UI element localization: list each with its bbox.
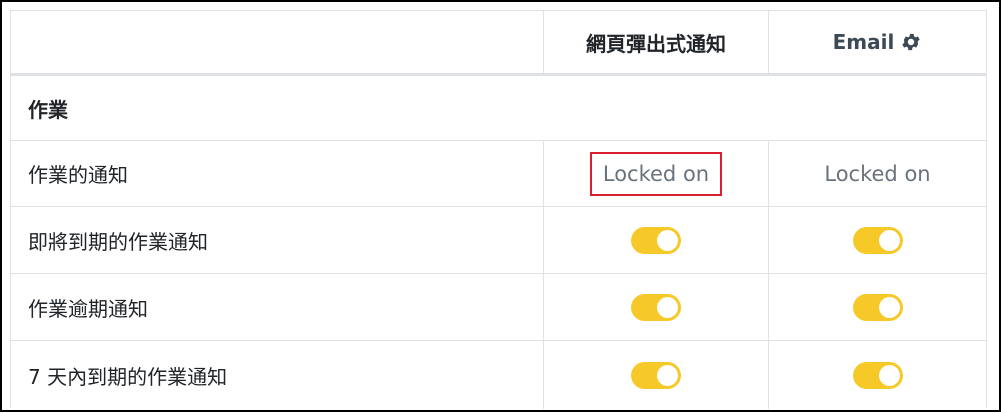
table-row: 作業的通知 Locked on Locked on	[11, 141, 986, 207]
header-email-cell: Email	[768, 11, 986, 73]
web-popup-toggle[interactable]	[631, 361, 681, 389]
row-label-cell: 7 天內到期的作業通知	[11, 341, 543, 409]
locked-on-status: Locked on	[824, 161, 931, 186]
row-label: 作業的通知	[28, 163, 128, 187]
row-label-cell: 作業逾期通知	[11, 274, 543, 340]
web-popup-setting-cell: Locked on	[543, 141, 768, 206]
web-popup-column-title: 網頁彈出式通知	[586, 31, 726, 56]
row-label: 7 天內到期的作業通知	[28, 364, 228, 389]
email-toggle[interactable]	[852, 293, 903, 321]
table-row: 即將到期的作業通知	[11, 207, 986, 274]
locked-on-status: Locked on	[589, 151, 723, 196]
toggle-knob	[878, 364, 900, 386]
section-row: 作業	[11, 76, 986, 141]
table-header-row: 網頁彈出式通知 Email	[11, 11, 986, 76]
web-popup-toggle[interactable]	[631, 226, 681, 254]
screenshot-frame: 網頁彈出式通知 Email 作業 作業的通知 Locked on Locked …	[0, 0, 1001, 412]
email-column-label: Email	[832, 30, 895, 54]
toggle-knob	[878, 229, 900, 251]
web-popup-setting-cell	[543, 274, 768, 340]
web-popup-toggle[interactable]	[631, 293, 681, 321]
table-row: 7 天內到期的作業通知	[11, 341, 986, 409]
web-popup-setting-cell	[543, 341, 768, 409]
email-column-title: Email	[833, 30, 923, 54]
section-title: 作業	[28, 97, 68, 122]
row-label: 作業逾期通知	[28, 296, 148, 321]
notification-preferences-table: 網頁彈出式通知 Email 作業 作業的通知 Locked on Locked …	[10, 10, 987, 409]
row-label: 即將到期的作業通知	[28, 229, 208, 254]
toggle-knob	[657, 296, 678, 318]
toggle-knob	[878, 296, 900, 318]
toggle-knob	[657, 364, 678, 386]
email-toggle[interactable]	[852, 361, 903, 389]
toggle-knob	[657, 229, 678, 251]
table-row: 作業逾期通知	[11, 274, 986, 341]
row-label-cell: 作業的通知	[11, 141, 543, 206]
email-setting-cell	[768, 207, 986, 273]
email-setting-cell: Locked on	[768, 141, 986, 206]
email-toggle[interactable]	[852, 226, 903, 254]
gear-icon[interactable]	[900, 31, 922, 53]
email-setting-cell	[768, 274, 986, 340]
header-empty-cell	[11, 11, 543, 73]
web-popup-setting-cell	[543, 207, 768, 273]
row-label-cell: 即將到期的作業通知	[11, 207, 543, 273]
email-setting-cell	[768, 341, 986, 409]
section-title-cell: 作業	[11, 76, 986, 140]
header-web-popup-cell: 網頁彈出式通知	[543, 11, 768, 73]
